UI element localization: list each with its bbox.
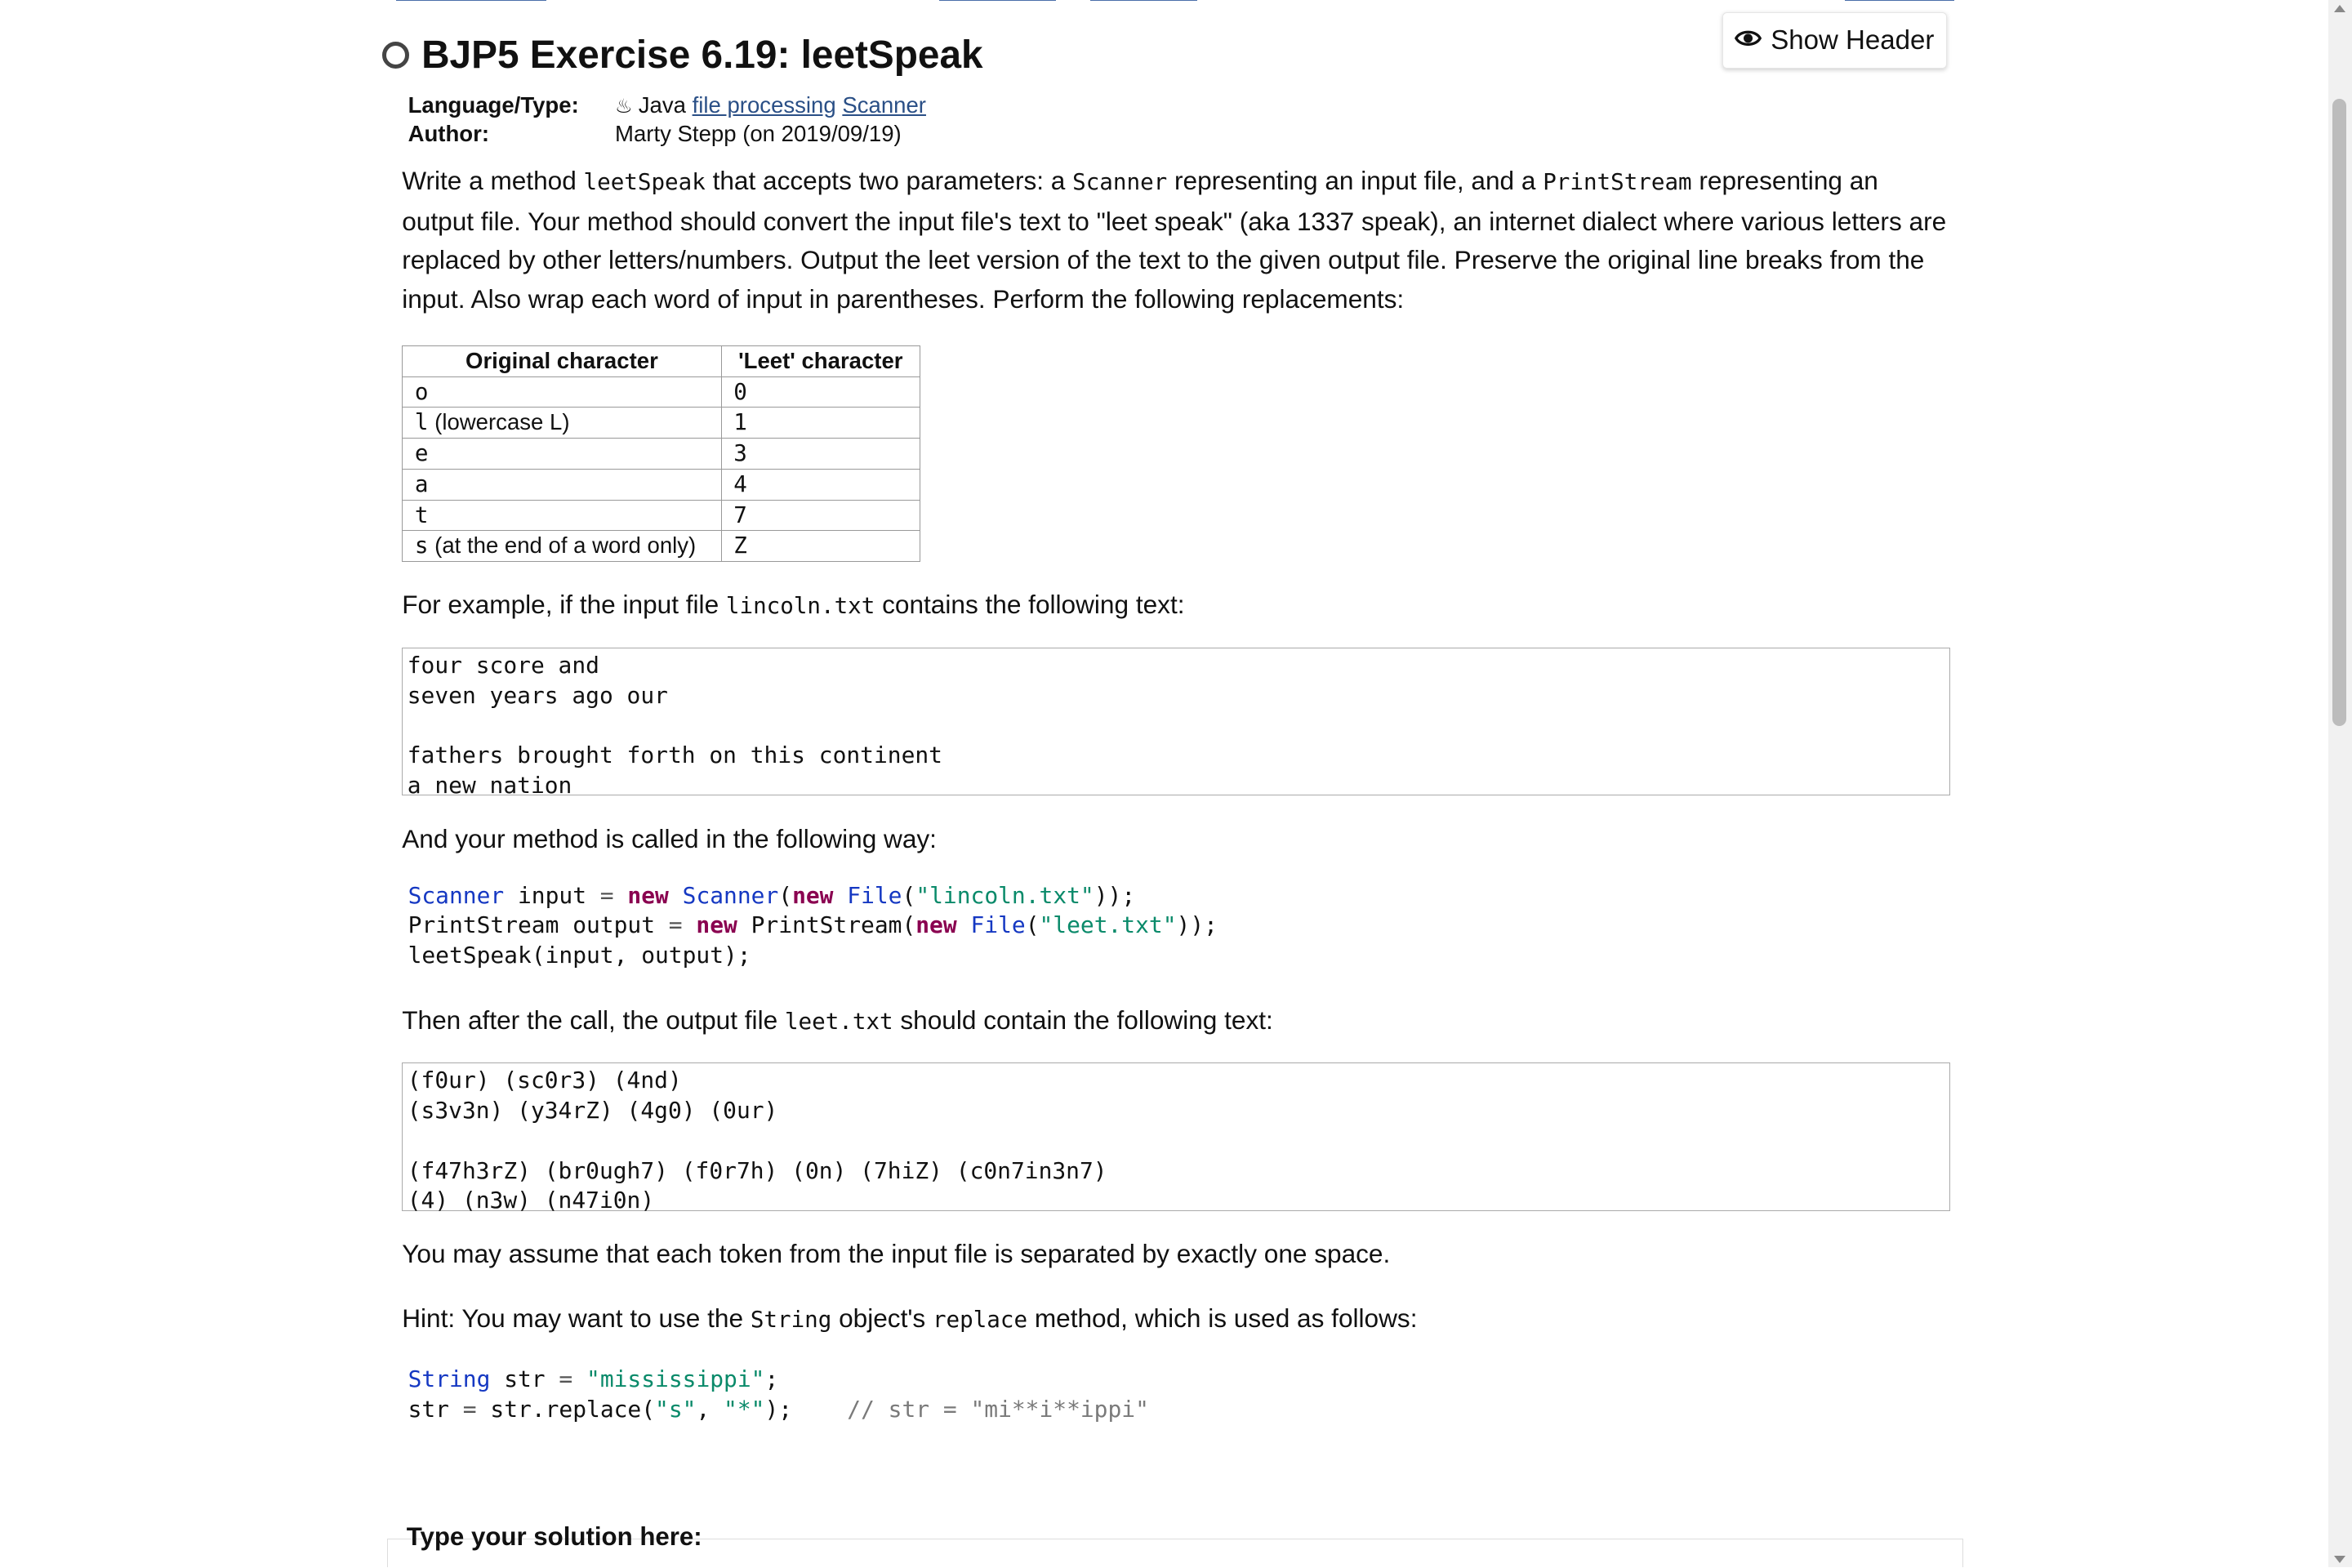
top-nav-links [0,0,2352,3]
nav-link-middle-2[interactable] [1090,0,1197,2]
output-line: (s3v3n) (y34rZ) (4g0) (0ur) [407,1097,778,1125]
original-char: e [414,440,429,467]
exercise-page: Show Header BJP5 Exercise 6.19: leetSpea… [0,0,2352,1568]
input-line: four score and [407,652,599,679]
leet-char: 0 [720,376,921,408]
table-header-leet: 'Leet' character [720,345,921,377]
output-line: (4) (n3w) (n47i0n) [407,1187,655,1214]
show-header-button[interactable]: Show Header [1722,11,1948,69]
intro-text-2: that accepts two parameters: a [705,166,1073,196]
intro-text-1: Write a method [402,166,584,196]
table-row: t7 [402,499,921,532]
leet-char: 4 [720,468,921,501]
leet-char: 1 [720,407,921,439]
original-char: a [414,470,429,497]
output-file-box: (f0ur) (sc0r3) (4nd) (s3v3n) (y34rZ) (4g0… [402,1062,1950,1214]
leet-char: 3 [720,438,921,470]
after-text-1: Then after the call, the output file [402,1004,785,1035]
code-line: PrintStream output = new PrintStream(new… [408,911,1218,939]
intro-paragraph: Write a method leetSpeak that accepts tw… [402,162,1954,318]
scroll-down-arrow-icon[interactable] [2333,1555,2345,1563]
input-line: a new nation [407,772,572,800]
author-key: Author: [408,121,490,147]
example-text-1: For example, if the input file [402,590,726,620]
table-row: a4 [402,468,921,501]
original-char: t [414,501,429,528]
assume-text: You may assume that each token from the … [402,1238,1391,1268]
hint-text-3: method, which is used as follows: [1027,1303,1418,1333]
scrollbar-thumb[interactable] [2332,99,2346,726]
output-line: (f0ur) (sc0r3) (4nd) [407,1067,682,1094]
table-row: e3 [402,438,921,470]
after-text-2: should contain the following text: [893,1004,1273,1035]
language-key: Language/Type: [408,92,579,118]
example-code-lincoln: lincoln.txt [725,593,875,620]
original-note: (lowercase L) [428,409,570,435]
hint-code-replace: replace [932,1306,1028,1333]
original-note: (at the end of a word only) [428,532,697,559]
replacement-table: Original character 'Leet' character o0 l… [402,345,921,563]
tag-scanner[interactable]: Scanner [842,92,926,118]
after-call-text: Then after the call, the output file lee… [402,1001,1954,1041]
table-row: l (lowercase L) 1 [402,407,921,439]
hint-code-string: String [750,1306,832,1333]
intro-code-printstream: PrintStream [1543,169,1692,196]
code-line: leetSpeak(input, output); [408,942,751,969]
language-name: Java [638,92,686,118]
show-header-label: Show Header [1771,24,1935,56]
nav-link-next[interactable] [1845,0,1955,2]
input-line: fathers brought forth on this continent [407,742,942,769]
original-char: s [414,532,429,559]
example-intro: For example, if the input file lincoln.t… [402,586,1954,626]
output-line: (f47h3rZ) (br0ugh7) (f0r7h) (0n) (7hiZ) … [407,1156,1107,1184]
input-file-box: four score and seven years ago our fathers… [402,647,1950,799]
table-row: o0 [402,376,921,408]
scroll-up-arrow-icon[interactable] [2333,4,2345,12]
hint-text-1: Hint: You may want to use the [402,1303,751,1333]
original-char: l [414,409,429,436]
hint-text: Hint: You may want to use the String obj… [402,1299,1954,1339]
nav-link-middle-1[interactable] [938,0,1057,2]
called-text: And your method is called in the followi… [402,823,937,853]
java-icon: ♨ [615,96,633,118]
title-row: BJP5 Exercise 6.19: leetSpeak [382,33,983,78]
nav-link-prev[interactable] [395,0,546,2]
hint-code-block: String str = "mississippi"; str = str.rep… [402,1365,1954,1424]
code-line: str = str.replace("s", "*"); // str = "m… [408,1395,1149,1423]
intro-code-scanner: Scanner [1072,169,1168,196]
hint-text-2: object's [831,1303,933,1333]
language-value: ♨ Java file processing Scanner [615,91,926,120]
table-row: s (at the end of a word only) Z [402,530,921,563]
leet-char: Z [720,530,921,563]
page-title: BJP5 Exercise 6.19: leetSpeak [421,33,983,78]
code-line: Scanner input = new Scanner(new File("li… [408,881,1136,909]
intro-code-leetspeak: leetSpeak [583,169,706,196]
table-header-original: Original character [402,345,722,377]
solution-label: Type your solution here: [406,1522,702,1552]
after-code-leet: leet.txt [784,1008,893,1035]
call-code-block: Scanner input = new Scanner(new File("li… [402,881,1954,971]
status-circle-icon [382,42,410,69]
input-line: seven years ago our [407,681,668,709]
eye-icon [1735,25,1762,56]
leet-char: 7 [720,499,921,532]
input-line [408,711,1944,742]
original-char: o [414,378,429,405]
intro-text-3: representing an input file, and a [1167,166,1544,196]
exercise-description: Write a method leetSpeak that accepts tw… [402,162,1954,1424]
exercise-meta: Language/Type: ♨ Java file processing Sca… [408,91,926,147]
tag-file-processing[interactable]: file processing [693,92,836,118]
example-text-2: contains the following text: [875,590,1185,620]
code-line: String str = "mississippi"; [408,1365,779,1393]
vertical-scrollbar[interactable] [2328,0,2352,1568]
author-value: Marty Stepp (on 2019/09/19) [615,121,902,147]
